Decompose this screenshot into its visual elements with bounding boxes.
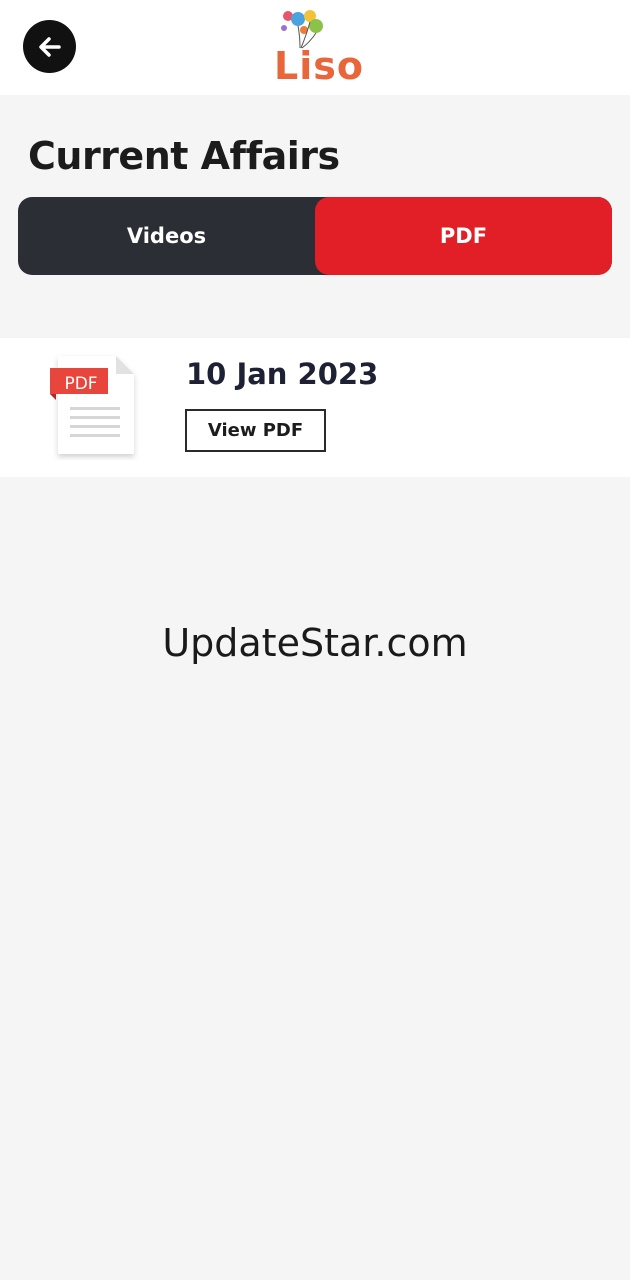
screen: Liso Current Affairs Videos PDF PDF 10 J… — [0, 0, 630, 1280]
page-title: Current Affairs — [28, 134, 340, 178]
app-header: Liso — [0, 0, 630, 95]
tab-pdf[interactable]: PDF — [315, 197, 612, 275]
content-type-tabs: Videos PDF — [18, 197, 612, 275]
liso-logo: Liso — [270, 6, 363, 90]
pdf-icon-label: PDF — [64, 374, 98, 394]
watermark-text: UpdateStar.com — [162, 621, 468, 665]
list-item: PDF 10 Jan 2023 View PDF — [0, 338, 630, 477]
view-pdf-button[interactable]: View PDF — [185, 409, 326, 452]
pdf-file-icon — [50, 356, 134, 454]
logo-text: Liso — [274, 44, 364, 88]
arrow-left-icon — [38, 36, 61, 57]
back-button[interactable] — [23, 20, 76, 73]
pdf-date: 10 Jan 2023 — [186, 357, 379, 391]
tab-videos[interactable]: Videos — [18, 197, 315, 275]
